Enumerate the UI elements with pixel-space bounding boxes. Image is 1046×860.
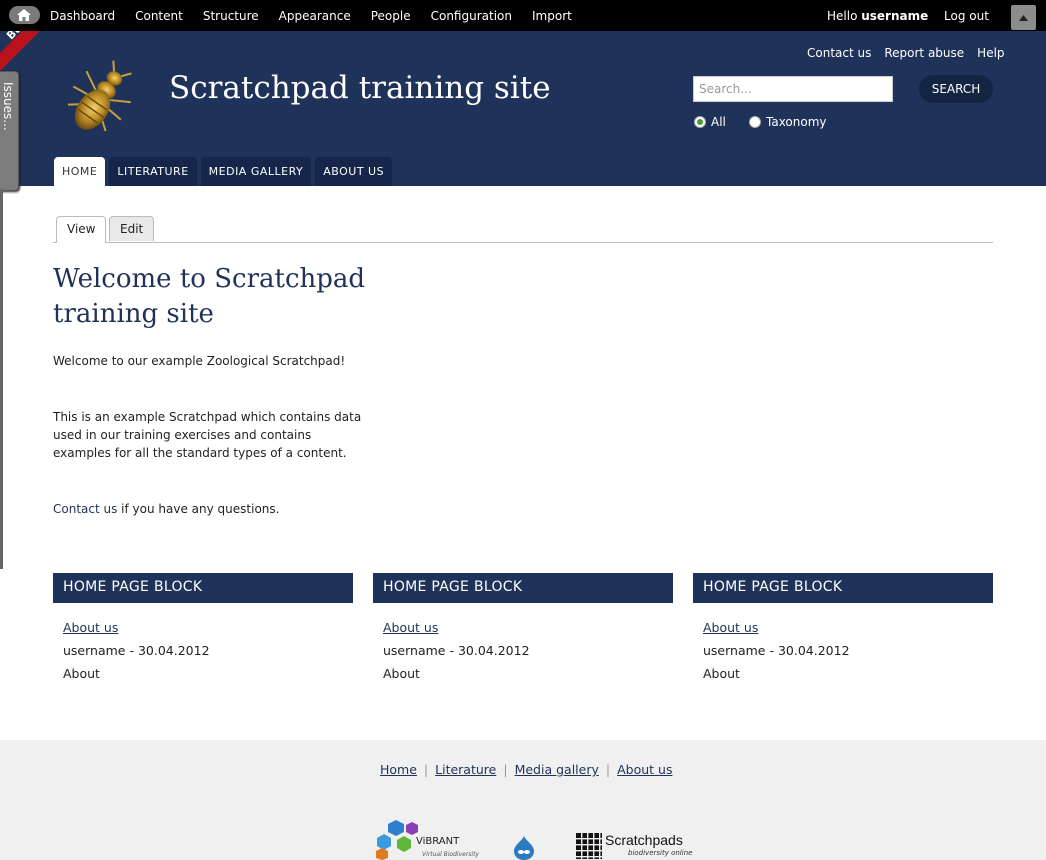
admin-toolbar: Dashboard Content Structure Appearance P…: [0, 0, 1046, 31]
block-title: HOME PAGE BLOCK: [693, 573, 993, 603]
admin-menu-structure[interactable]: Structure: [203, 9, 259, 23]
scratchpads-tagline: biodiversity online: [628, 849, 693, 857]
block-text: About: [383, 666, 420, 681]
help-link[interactable]: Help: [977, 46, 1004, 60]
vibrant-name: ViBRANT: [416, 836, 460, 847]
toolbar-drawer-toggle[interactable]: [1011, 5, 1036, 30]
drupal-drop-icon[interactable]: [512, 836, 536, 860]
bug-report-ribbon[interactable]: Bu: [0, 31, 40, 71]
site-logo-louse[interactable]: [55, 54, 145, 144]
admin-menu-appearance[interactable]: Appearance: [279, 9, 351, 23]
block-title: HOME PAGE BLOCK: [373, 573, 673, 603]
search-input[interactable]: [693, 76, 893, 102]
issues-tab-edge: [0, 189, 3, 569]
issues-tab[interactable]: Issues...: [0, 71, 19, 191]
block-text: About: [703, 666, 740, 681]
footer-home-link[interactable]: Home: [380, 762, 417, 777]
scratchpads-name: Scratchpads: [605, 832, 683, 848]
report-abuse-link[interactable]: Report abuse: [884, 46, 964, 60]
view-tab[interactable]: View: [56, 216, 107, 243]
vibrant-hexagons-icon: [376, 820, 418, 860]
admin-menu-people[interactable]: People: [371, 9, 411, 23]
footer-menu: Home | Literature | Media gallery | Abou…: [380, 762, 672, 777]
block-title: HOME PAGE BLOCK: [53, 573, 353, 603]
block-meta: username - 30.04.2012: [703, 643, 850, 658]
vibrant-tagline: Virtual Biodiversity: [422, 851, 479, 858]
contact-suffix: if you have any questions.: [117, 502, 280, 516]
tab-about-us[interactable]: ABOUT US: [315, 157, 393, 186]
footer-literature-link[interactable]: Literature: [435, 762, 496, 777]
admin-menu: Dashboard Content Structure Appearance P…: [50, 9, 592, 23]
home-page-block: HOME PAGE BLOCK About us username - 30.0…: [53, 573, 353, 681]
footer-separator: |: [423, 762, 429, 777]
body-contact-us-link[interactable]: Contact us: [53, 502, 117, 516]
secondary-links: Contact us Report abuse Help: [807, 46, 1018, 60]
block-meta: username - 30.04.2012: [383, 643, 530, 658]
admin-menu-dashboard[interactable]: Dashboard: [50, 9, 115, 23]
block-about-us-link[interactable]: About us: [383, 620, 438, 635]
tab-media-gallery[interactable]: MEDIA GALLERY: [200, 157, 312, 186]
chevron-up-icon: [1019, 15, 1028, 21]
footer-separator: |: [503, 762, 508, 777]
block-about-us-link[interactable]: About us: [63, 620, 118, 635]
home-icon: [17, 9, 31, 21]
home-button[interactable]: [9, 6, 40, 24]
username-label[interactable]: username: [861, 9, 928, 23]
search-scope-all[interactable]: All: [694, 115, 726, 129]
tab-literature[interactable]: LITERATURE: [109, 157, 197, 186]
ribbon-shape: [0, 31, 40, 71]
issues-tab-label: Issues...: [1, 82, 15, 131]
greeting-prefix: Hello: [827, 9, 862, 23]
block-text: About: [63, 666, 100, 681]
home-page-block: HOME PAGE BLOCK About us username - 30.0…: [693, 573, 993, 681]
user-greeting: Hello username: [827, 9, 928, 23]
footer-separator: |: [605, 762, 611, 777]
search-button[interactable]: SEARCH: [919, 75, 993, 103]
home-page-block: HOME PAGE BLOCK About us username - 30.0…: [373, 573, 673, 681]
scratchpads-grid-icon: [576, 833, 602, 859]
search-scope-taxonomy[interactable]: Taxonomy: [749, 115, 827, 129]
radio-unchecked-icon: [749, 116, 761, 128]
contact-paragraph: Contact us if you have any questions.: [53, 500, 363, 518]
block-meta: username - 30.04.2012: [63, 643, 210, 658]
admin-menu-content[interactable]: Content: [135, 9, 183, 23]
edit-tab[interactable]: Edit: [109, 216, 155, 241]
intro-paragraph: Welcome to our example Zoological Scratc…: [53, 354, 346, 368]
footer-media-gallery-link[interactable]: Media gallery: [515, 762, 599, 777]
tab-home[interactable]: HOME: [54, 157, 106, 186]
description-paragraph: This is an example Scratchpad which cont…: [53, 410, 362, 460]
search-scope-taxonomy-label: Taxonomy: [766, 115, 827, 129]
radio-checked-icon: [694, 116, 706, 128]
search-scope-all-label: All: [711, 115, 726, 129]
site-name[interactable]: Scratchpad training site: [169, 70, 551, 106]
admin-menu-import[interactable]: Import: [532, 9, 572, 23]
admin-menu-configuration[interactable]: Configuration: [431, 9, 512, 23]
page-title: Welcome to Scratchpad training site: [53, 264, 366, 329]
logout-link[interactable]: Log out: [944, 9, 989, 23]
scratchpads-logo[interactable]: Scratchpads biodiversity online: [576, 832, 692, 860]
vibrant-logo[interactable]: ViBRANT Virtual Biodiversity: [374, 818, 479, 860]
contact-us-link[interactable]: Contact us: [807, 46, 871, 60]
site-footer: Home | Literature | Media gallery | Abou…: [0, 740, 1046, 860]
main-menu: HOME LITERATURE MEDIA GALLERY ABOUT US: [54, 157, 396, 186]
local-tabs: View Edit: [53, 216, 993, 243]
footer-about-us-link[interactable]: About us: [617, 762, 672, 777]
block-about-us-link[interactable]: About us: [703, 620, 758, 635]
